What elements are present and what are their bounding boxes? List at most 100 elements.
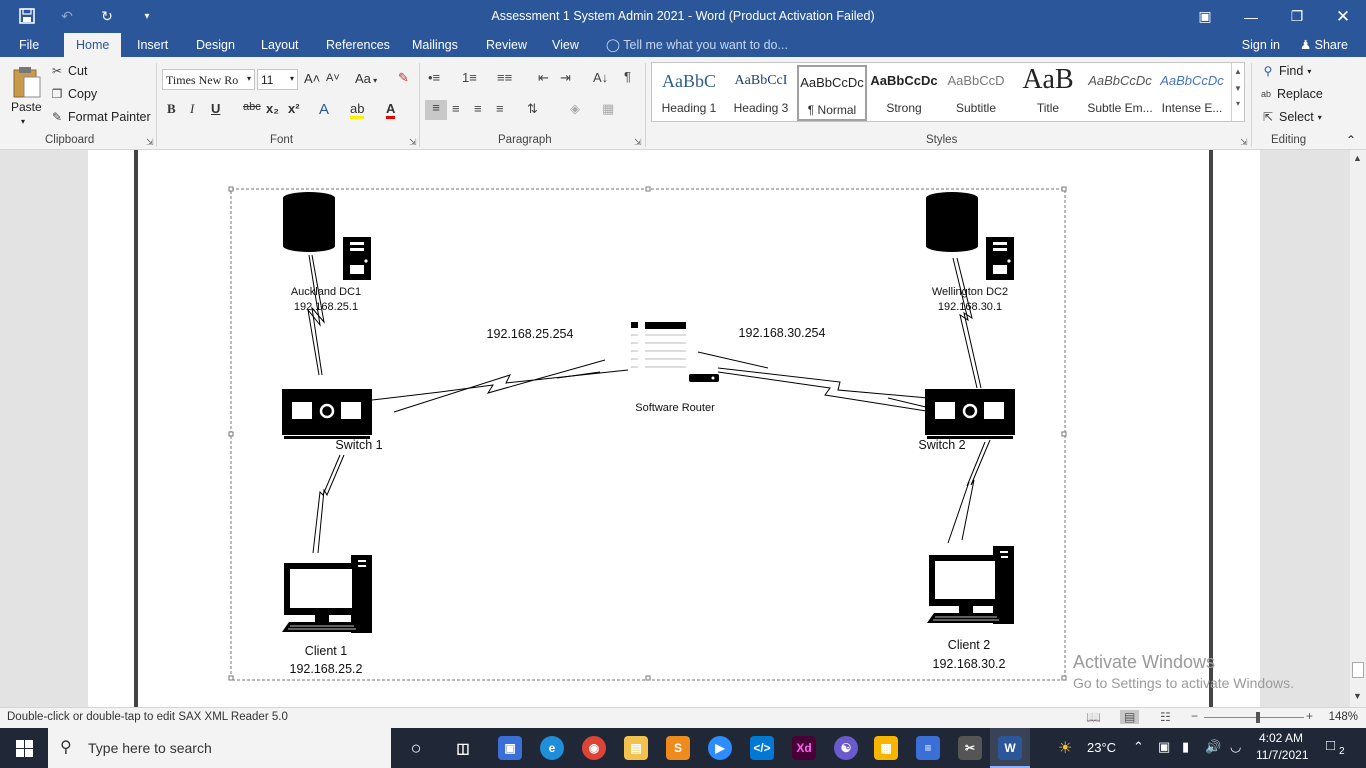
chrome-icon[interactable]: ◉ xyxy=(582,736,606,760)
show-formatting-icon[interactable]: ¶ xyxy=(624,69,631,84)
ribbon-display-options-icon[interactable]: ▣ xyxy=(1182,0,1228,33)
sort-icon[interactable]: A↓ xyxy=(593,70,608,85)
app-swirl-icon[interactable]: ☯ xyxy=(834,736,858,760)
styles-launcher-icon[interactable]: ⇲ xyxy=(1240,137,1248,148)
notifications-icon[interactable]: □ xyxy=(1326,737,1335,754)
borders-icon[interactable]: ▦ xyxy=(602,101,614,117)
app-snip-icon[interactable]: ✂ xyxy=(958,736,982,760)
cortana-icon[interactable]: ○ xyxy=(404,736,428,760)
tab-insert[interactable]: Insert xyxy=(125,33,180,57)
numbering-icon[interactable]: 1≡ xyxy=(462,70,477,85)
web-layout-icon[interactable]: ☷ xyxy=(1160,710,1171,724)
align-right-icon[interactable]: ≡ xyxy=(474,101,482,116)
volume-icon[interactable]: 🔊 xyxy=(1205,739,1221,755)
share-button[interactable]: ♟ Share xyxy=(1300,33,1348,57)
line-spacing-icon[interactable]: ⇅ xyxy=(527,101,538,117)
file-explorer-icon[interactable]: ▤ xyxy=(624,736,648,760)
tab-view[interactable]: View xyxy=(540,33,591,57)
styles-gallery[interactable]: AaBbC Heading 1 AaBbCcI Heading 3 AaBbCc… xyxy=(651,62,1245,122)
font-launcher-icon[interactable]: ⇲ xyxy=(409,137,417,148)
tab-review[interactable]: Review xyxy=(474,33,539,57)
gallery-scrollbar[interactable]: ▲ ▼ ▾ xyxy=(1231,63,1244,121)
tab-mailings[interactable]: Mailings xyxy=(400,33,470,57)
clipboard-launcher-icon[interactable]: ⇲ xyxy=(146,137,154,148)
task-view-icon[interactable]: ◫ xyxy=(451,736,475,760)
tab-file[interactable]: File xyxy=(7,33,51,57)
underline-button[interactable]: U xyxy=(211,101,220,121)
italic-button[interactable]: I xyxy=(190,101,194,121)
zoom-level[interactable]: 148% xyxy=(1329,711,1358,723)
weather-icon[interactable]: ☀ xyxy=(1058,738,1072,758)
edge-icon[interactable]: e xyxy=(540,736,564,760)
strikethrough-button[interactable]: abc xyxy=(243,101,261,121)
shrink-font-button[interactable]: A˅ xyxy=(326,72,340,92)
clear-formatting-icon[interactable]: ✎ xyxy=(398,70,409,90)
zoom-out-button[interactable]: − xyxy=(1191,709,1198,723)
print-layout-icon[interactable]: ▤ xyxy=(1120,710,1140,724)
change-case-button[interactable]: Aa ▾ xyxy=(355,71,377,91)
app-blue-icon[interactable]: ≡ xyxy=(916,736,940,760)
network-diagram[interactable] xyxy=(0,150,1350,707)
font-size-combobox[interactable]: 11 ▾ xyxy=(257,69,298,90)
paste-dropdown-icon[interactable]: ▾ xyxy=(21,117,25,126)
style-heading-1[interactable]: AaBbC Heading 1 xyxy=(654,65,724,121)
cut-button[interactable]: ✂ Cut xyxy=(50,64,87,78)
start-button[interactable] xyxy=(0,728,48,768)
system-clock[interactable]: 4:02 AM 11/7/2021 xyxy=(1256,731,1309,762)
font-color-icon[interactable]: A xyxy=(386,101,396,121)
increase-indent-icon[interactable]: ⇥ xyxy=(560,70,571,86)
vertical-scrollbar[interactable]: ▲ ▼ xyxy=(1350,150,1366,707)
shading-icon[interactable]: ◈ xyxy=(570,101,580,117)
scroll-up-icon[interactable]: ▲ xyxy=(1353,153,1362,163)
text-effects-icon[interactable]: A xyxy=(319,101,329,121)
zoom-slider[interactable] xyxy=(1204,717,1304,718)
tell-me-box[interactable]: ◯ Tell me what you want to do... xyxy=(606,33,788,57)
collapse-ribbon-icon[interactable]: ⌃ xyxy=(1346,133,1356,147)
app-orange-icon[interactable]: ▦ xyxy=(874,736,898,760)
align-left-icon[interactable]: ≡ xyxy=(425,100,447,120)
minimize-button[interactable]: — xyxy=(1228,0,1274,33)
sign-in-link[interactable]: Sign in xyxy=(1242,33,1280,57)
chevron-down-icon[interactable]: ▼ xyxy=(1232,84,1244,93)
style-title[interactable]: AaB Title xyxy=(1013,65,1083,121)
scroll-thumb[interactable] xyxy=(1352,662,1364,678)
format-painter-button[interactable]: ✎ Format Painter xyxy=(50,110,151,124)
style-heading-3[interactable]: AaBbCcI Heading 3 xyxy=(726,65,796,121)
select-button[interactable]: ⇱ Select ▾ xyxy=(1261,110,1322,124)
store-icon[interactable]: ▣ xyxy=(498,736,522,760)
tab-design[interactable]: Design xyxy=(184,33,247,57)
zoom-in-button[interactable]: + xyxy=(1306,709,1313,723)
weather-temperature[interactable]: 23°C xyxy=(1087,740,1116,755)
zoom-slider-thumb[interactable] xyxy=(1256,712,1260,723)
tab-references[interactable]: References xyxy=(314,33,402,57)
style-subtitle[interactable]: AaBbCcD Subtitle xyxy=(941,65,1011,121)
paragraph-launcher-icon[interactable]: ⇲ xyxy=(634,137,642,148)
vscode-icon[interactable]: </> xyxy=(750,736,774,760)
adobe-xd-icon[interactable]: Xd xyxy=(792,736,816,760)
wifi-icon[interactable]: ◡ xyxy=(1230,739,1241,755)
close-button[interactable]: ✕ xyxy=(1320,0,1366,33)
sublime-text-icon[interactable]: S xyxy=(666,736,690,760)
restore-button[interactable]: ❐ xyxy=(1274,0,1320,33)
gallery-more-icon[interactable]: ▾ xyxy=(1232,99,1244,108)
bold-button[interactable]: B xyxy=(167,101,176,121)
paste-icon[interactable] xyxy=(12,65,42,99)
chevron-up-icon[interactable]: ▲ xyxy=(1232,67,1244,76)
grow-font-button[interactable]: A˄ xyxy=(304,71,320,91)
highlight-color-icon[interactable]: ab xyxy=(350,101,365,121)
word-taskbar-item[interactable]: W xyxy=(990,728,1030,768)
meet-now-icon[interactable]: ▣ xyxy=(1158,739,1170,755)
align-center-icon[interactable]: ≡ xyxy=(452,101,460,116)
tab-layout[interactable]: Layout xyxy=(249,33,311,57)
bullets-icon[interactable]: •≡ xyxy=(428,70,440,85)
style-normal[interactable]: AaBbCcDc ¶ Normal xyxy=(797,65,867,121)
read-mode-icon[interactable]: 📖 xyxy=(1086,710,1101,724)
justify-icon[interactable]: ≡ xyxy=(496,101,504,116)
taskbar-search[interactable]: ⚲ Type here to search xyxy=(48,728,391,768)
zoom-app-icon[interactable]: ▶ xyxy=(708,736,732,760)
style-subtle-emphasis[interactable]: AaBbCcDc Subtle Em... xyxy=(1085,65,1155,121)
scroll-down-icon[interactable]: ▼ xyxy=(1353,691,1362,701)
replace-button[interactable]: ab Replace xyxy=(1259,87,1323,101)
battery-icon[interactable]: ▮ xyxy=(1182,739,1189,755)
paste-button[interactable]: Paste xyxy=(11,100,42,114)
